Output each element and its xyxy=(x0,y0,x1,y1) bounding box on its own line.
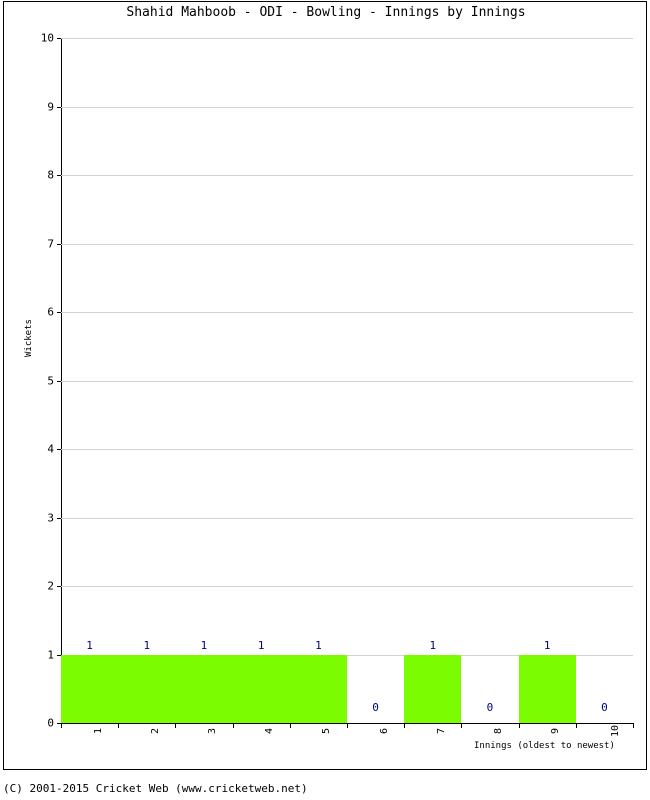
x-axis-tick xyxy=(518,723,520,728)
x-axis-tick-label: 5 xyxy=(321,727,333,735)
x-axis-title: Innings (oldest to newest) xyxy=(474,741,615,751)
x-axis-tick-label: 1 xyxy=(92,727,104,735)
x-axis-tick-label: 6 xyxy=(378,727,390,735)
x-axis-tick-label: 7 xyxy=(435,727,447,735)
y-axis-tick xyxy=(57,106,61,108)
x-axis-tick-label: 2 xyxy=(149,727,161,735)
bar-value-label: 0 xyxy=(486,701,494,714)
x-axis-tick xyxy=(61,723,62,728)
bar-value-label: 0 xyxy=(372,701,379,714)
y-axis-title: Wickets xyxy=(24,319,34,357)
x-axis-tick-label: 9 xyxy=(550,727,562,735)
bar-value-label: 1 xyxy=(86,638,93,652)
x-axis-tick-label: 10 xyxy=(610,724,622,738)
gridline xyxy=(61,449,633,450)
bar xyxy=(404,654,462,723)
y-axis-tick-label: 3 xyxy=(47,511,54,524)
x-axis-tick xyxy=(575,723,577,728)
bar-value-label: 1 xyxy=(200,638,208,652)
gridline xyxy=(61,243,633,245)
bar xyxy=(289,654,347,723)
gridline xyxy=(61,38,633,39)
x-axis-tick xyxy=(633,723,634,728)
gridline xyxy=(61,312,633,313)
y-axis-tick xyxy=(57,449,61,450)
bar-value-label: 1 xyxy=(315,638,322,652)
y-axis-tick-label: 8 xyxy=(47,168,54,182)
bar xyxy=(118,654,176,723)
bar-value-label: 0 xyxy=(601,701,608,714)
y-axis-tick-label: 9 xyxy=(47,100,54,113)
bar xyxy=(175,654,233,723)
gridline xyxy=(61,380,633,382)
x-axis-tick xyxy=(232,723,234,728)
gridline xyxy=(61,586,633,587)
x-axis-tick-label: 4 xyxy=(264,727,276,735)
footer-copyright: (C) 2001-2015 Cricket Web (www.cricketwe… xyxy=(3,782,308,795)
y-axis-tick xyxy=(57,380,61,382)
gridline xyxy=(61,517,633,519)
y-axis-tick xyxy=(57,517,61,519)
y-axis-tick xyxy=(57,243,61,245)
y-axis-tick-label: 4 xyxy=(47,442,54,456)
bar xyxy=(61,654,119,723)
y-axis-tick-label: 10 xyxy=(40,31,54,45)
bar xyxy=(232,654,290,723)
x-axis-tick xyxy=(175,723,177,728)
x-axis-tick xyxy=(404,723,406,728)
y-axis-tick xyxy=(57,175,61,176)
bar-value-label: 1 xyxy=(543,638,551,652)
y-axis-tick-label: 1 xyxy=(47,648,54,661)
bar-value-label: 1 xyxy=(143,638,151,652)
x-axis-tick-label: 3 xyxy=(207,727,219,735)
y-axis-tick-label: 5 xyxy=(47,374,54,387)
x-axis-tick-label: 8 xyxy=(493,727,505,735)
chart-frame: Shahid Mahboob - ODI - Bowling - Innings… xyxy=(3,1,647,770)
x-axis-tick xyxy=(461,723,463,728)
bar xyxy=(518,654,576,723)
y-axis-tick-label: 7 xyxy=(47,237,54,250)
gridline xyxy=(61,106,633,108)
gridline xyxy=(61,175,633,176)
x-axis-tick xyxy=(118,723,120,728)
x-axis-tick xyxy=(347,723,348,728)
bar-value-label: 1 xyxy=(429,638,437,652)
x-axis-tick xyxy=(289,723,291,728)
y-axis-tick xyxy=(57,312,61,313)
y-axis-tick xyxy=(57,586,61,587)
chart-title: Shahid Mahboob - ODI - Bowling - Innings… xyxy=(126,5,526,20)
y-axis-tick xyxy=(57,38,61,39)
plot-area: 0 1 2 3 4 5 6 7 8 9 10 1 1 1 1 1 0 1 0 1 0 xyxy=(41,32,633,730)
y-axis-tick-label: 2 xyxy=(47,579,54,593)
y-axis-tick-label: 6 xyxy=(47,305,54,319)
y-axis-tick-label: 0 xyxy=(47,716,54,730)
bar-value-label: 1 xyxy=(257,638,265,652)
